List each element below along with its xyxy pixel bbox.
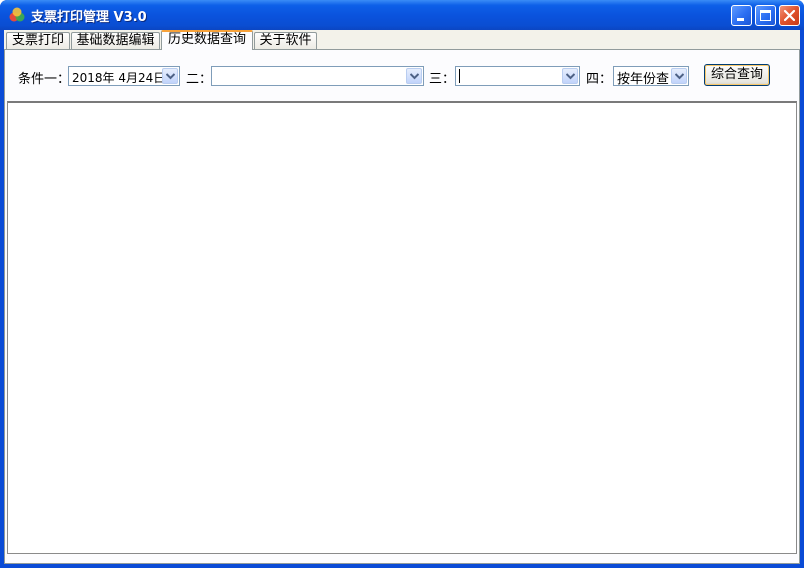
chevron-down-icon: [675, 73, 684, 80]
tab-history-query[interactable]: 历史数据查询: [161, 30, 253, 50]
window-title: 支票打印管理 V3.0: [31, 10, 147, 25]
tab-about[interactable]: 关于软件: [254, 32, 317, 49]
title-bar[interactable]: 支票打印管理 V3.0: [0, 0, 804, 30]
tab-strip: 支票打印 基础数据编辑 历史数据查询 关于软件: [4, 30, 800, 50]
condition1-label: 条件一：: [18, 72, 71, 87]
app-icon: [9, 7, 25, 22]
condition2-dropdown-button[interactable]: [406, 68, 422, 84]
condition2-combo[interactable]: [211, 66, 424, 86]
condition2-label: 二：: [186, 72, 213, 87]
tab-basic-data-edit[interactable]: 基础数据编辑: [71, 32, 160, 49]
combined-query-button[interactable]: 综合查询: [704, 64, 770, 86]
close-button[interactable]: [779, 5, 800, 26]
chevron-down-icon: [166, 73, 175, 80]
text-caret: [459, 69, 460, 83]
condition4-combo[interactable]: 按年份查: [613, 66, 689, 87]
results-grid[interactable]: [7, 101, 797, 554]
condition4-dropdown-button[interactable]: [671, 68, 687, 84]
minimize-button[interactable]: [731, 5, 752, 26]
close-icon: [783, 9, 796, 22]
condition1-date-picker[interactable]: 2018年 4月24日: [68, 66, 180, 86]
maximize-icon: [760, 10, 771, 21]
maximize-button[interactable]: [755, 5, 776, 26]
condition3-dropdown-button[interactable]: [562, 68, 578, 84]
condition4-value: 按年份查: [617, 72, 670, 87]
tab-cheque-print[interactable]: 支票打印: [6, 32, 70, 49]
chevron-down-icon: [566, 73, 575, 80]
client-area: 支票打印 基础数据编辑 历史数据查询 关于软件 条件一： 2018年 4月24日…: [4, 30, 800, 564]
condition4-label: 四：: [586, 72, 613, 87]
chevron-down-icon: [410, 73, 419, 80]
app-window: 支票打印管理 V3.0 支票打印 基础数据编辑 历史数据查询 关于软件 条件一：…: [0, 0, 804, 568]
condition3-combo[interactable]: [455, 66, 580, 86]
condition1-value: 2018年 4月24日: [72, 71, 166, 85]
condition1-dropdown-button[interactable]: [162, 68, 178, 84]
condition3-label: 三：: [429, 72, 456, 87]
minimize-icon: [737, 18, 744, 21]
